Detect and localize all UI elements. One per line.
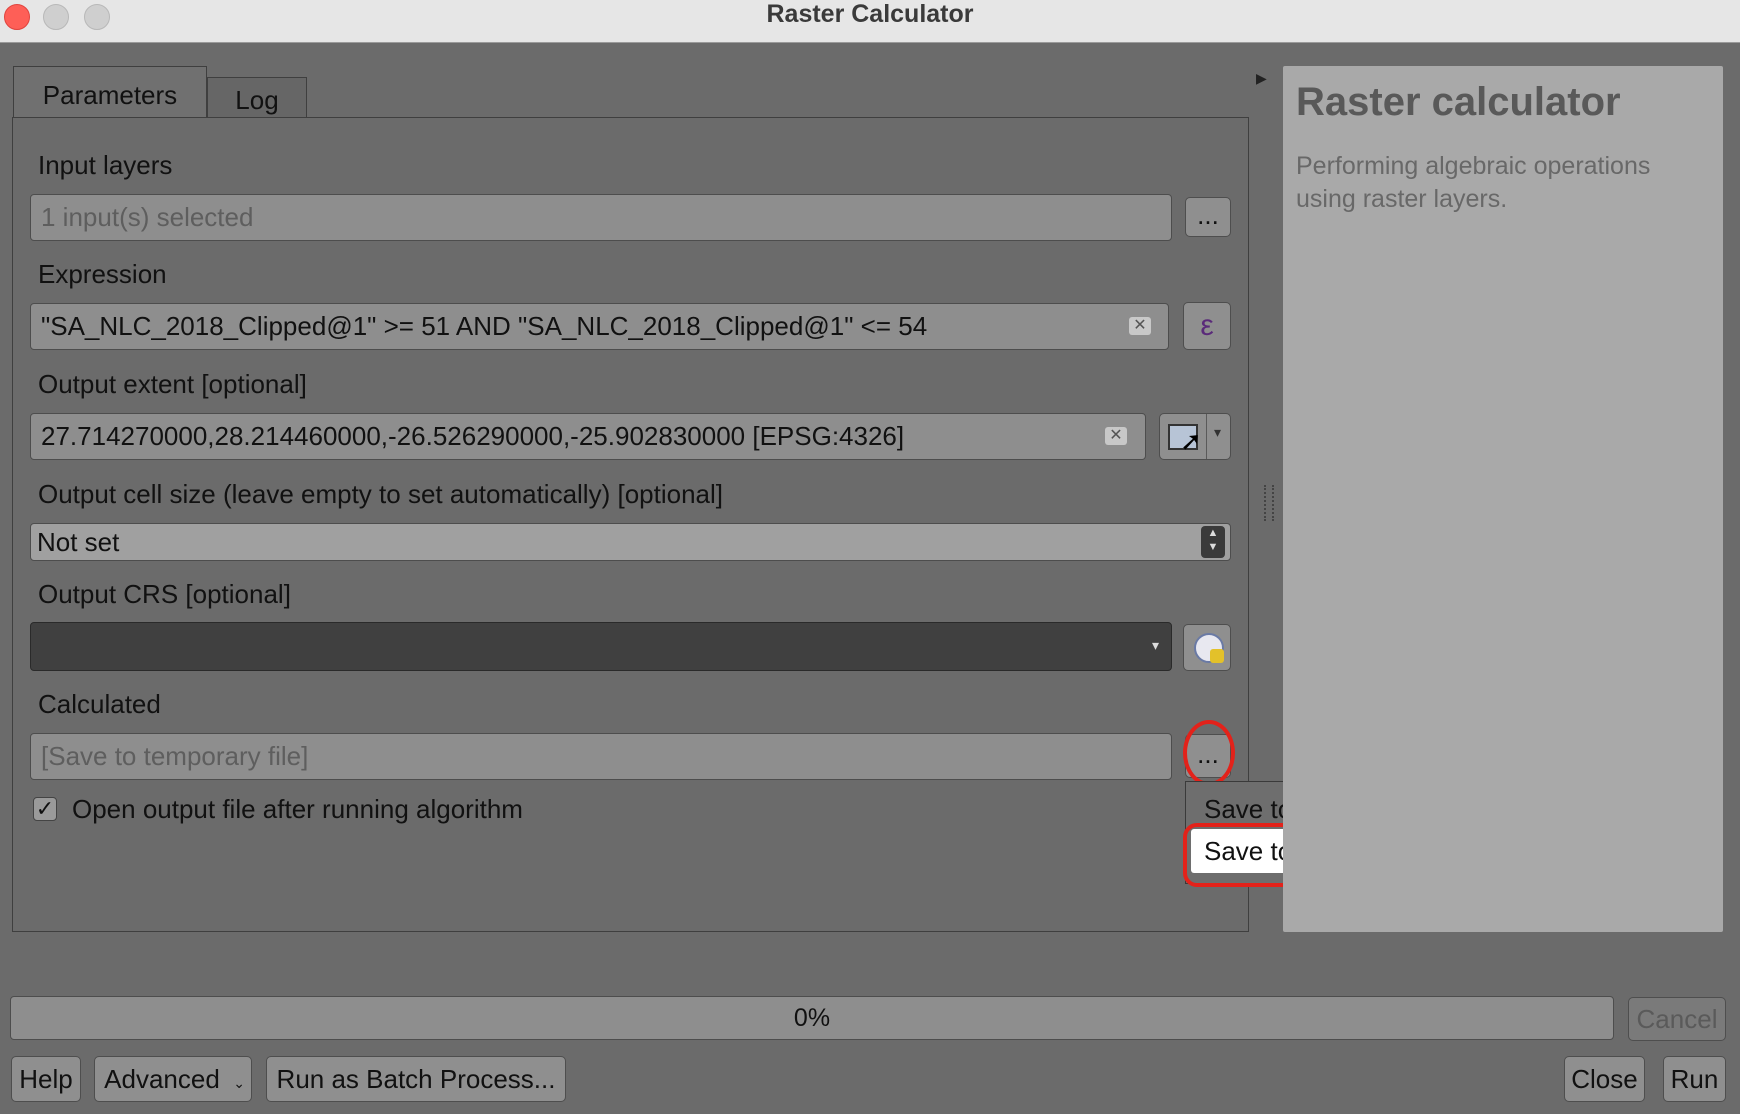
pencil-icon (1210, 649, 1224, 663)
output-extent-label: Output extent [optional] (38, 369, 307, 399)
batch-process-button[interactable]: Run as Batch Process... (266, 1056, 566, 1102)
tab-log[interactable]: Log (207, 77, 307, 118)
chevron-down-icon: ▾ (1151, 637, 1159, 653)
progress-bar: 0% (10, 996, 1614, 1040)
output-extent-field[interactable]: 27.714270000,28.214460000,-26.526290000,… (30, 413, 1146, 460)
expression-builder-button[interactable]: ε (1183, 302, 1231, 350)
title-bar: Raster Calculator (0, 0, 1740, 43)
cell-size-label: Output cell size (leave empty to set aut… (38, 479, 723, 509)
help-title: Raster calculator (1296, 80, 1621, 124)
cursor-icon: ➚ (1180, 426, 1202, 456)
chevron-down-icon: ⌄ (233, 1075, 245, 1091)
close-button[interactable]: Close (1564, 1056, 1645, 1102)
chevron-down-icon: ▾ (1214, 424, 1222, 440)
help-panel: Raster calculator Performing algebraic o… (1283, 66, 1723, 932)
input-layers-field[interactable]: 1 input(s) selected (30, 194, 1172, 241)
highlight-circle (1183, 720, 1235, 786)
output-crs-select[interactable]: ▾ (30, 622, 1172, 671)
calculated-label: Calculated (38, 689, 161, 719)
crs-selector-button[interactable] (1183, 624, 1231, 671)
input-layers-browse-button[interactable]: ... (1185, 197, 1231, 237)
help-button[interactable]: Help (11, 1056, 81, 1102)
advanced-button-label: Advanced (104, 1064, 220, 1094)
tab-parameters[interactable]: Parameters (13, 66, 207, 118)
output-extent-clear-icon[interactable]: ✕ (1105, 427, 1127, 445)
extent-select-button[interactable]: ➚ ▾ (1159, 413, 1231, 460)
input-layers-label: Input layers (38, 150, 173, 180)
cancel-button[interactable]: Cancel (1628, 997, 1726, 1041)
calculated-output-field[interactable]: [Save to temporary file] (30, 733, 1172, 780)
open-output-label: Open output file after running algorithm (72, 794, 523, 824)
splitter-handle[interactable] (1264, 485, 1274, 521)
expression-clear-icon[interactable]: ✕ (1129, 317, 1151, 335)
run-button[interactable]: Run (1663, 1056, 1726, 1102)
expression-field[interactable]: "SA_NLC_2018_Clipped@1" >= 51 AND "SA_NL… (30, 303, 1169, 350)
output-crs-label: Output CRS [optional] (38, 579, 291, 609)
advanced-button[interactable]: Advanced ⌄ (94, 1056, 252, 1102)
spinbox-arrows-icon[interactable]: ▲ ▼ (1201, 526, 1225, 558)
expression-label: Expression (38, 259, 167, 289)
help-description: Performing algebraic operations using ra… (1296, 152, 1651, 213)
cell-size-spinbox[interactable]: Not set (30, 523, 1231, 561)
progress-label: 0% (793, 1004, 831, 1032)
open-output-checkbox[interactable]: ✓ (33, 797, 57, 821)
collapse-arrow-icon[interactable]: ▶ (1256, 70, 1267, 87)
window-title: Raster Calculator (766, 0, 974, 28)
